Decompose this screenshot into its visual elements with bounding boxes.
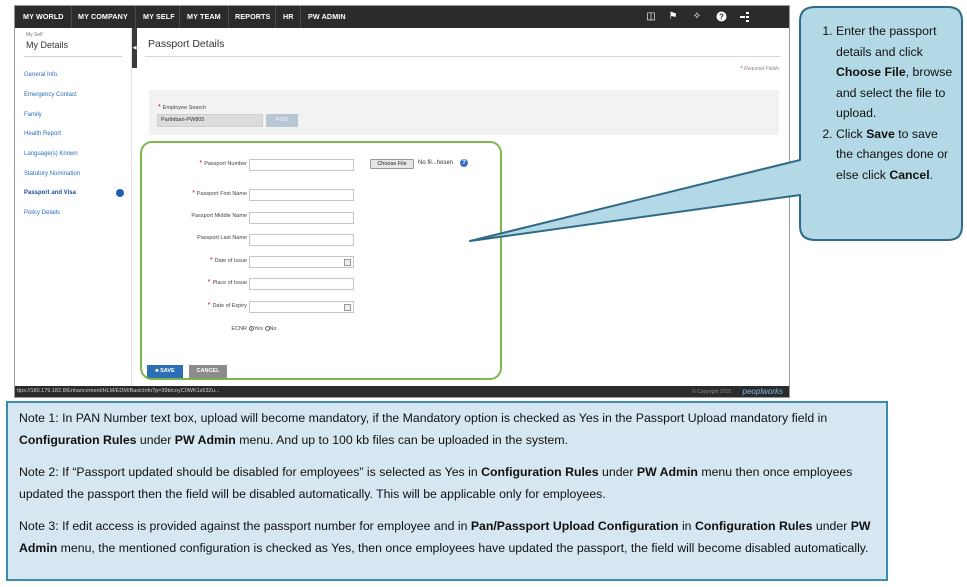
- note-1: Note 1: In PAN Number text box, upload w…: [19, 411, 828, 447]
- callout-instructions: Enter the passport details and click Cho…: [808, 21, 956, 185]
- notes-panel: Note 1: In PAN Number text box, upload w…: [6, 401, 888, 581]
- callout-step-1: Enter the passport details and click Cho…: [836, 21, 956, 124]
- note-2: Note 2: If “Passport updated should be d…: [19, 465, 853, 501]
- note-3: Note 3: If edit access is provided again…: [19, 519, 871, 555]
- callout-step-2: Click Save to save the changes done or e…: [836, 124, 956, 186]
